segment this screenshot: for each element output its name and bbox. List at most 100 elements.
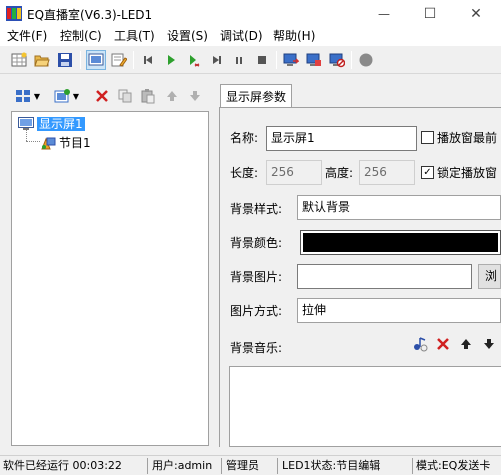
arrow-up-icon (167, 91, 177, 101)
screen-view-button[interactable] (86, 50, 106, 70)
music-list[interactable] (229, 366, 501, 447)
menu-control[interactable]: 控制(C) (60, 28, 102, 45)
app-logo-icon (6, 6, 22, 21)
menu-tools[interactable]: 工具(T) (114, 28, 155, 45)
play-icon (168, 55, 175, 65)
bg-image-label: 背景图片: (230, 270, 283, 284)
arrow-down-icon (190, 91, 200, 101)
mode-status: 模式:EQ发送卡 (416, 459, 491, 472)
delete-button[interactable] (93, 87, 111, 105)
add-screen-button[interactable] (14, 87, 32, 105)
add-screen-dropdown[interactable]: ▼ (33, 87, 41, 105)
delete-icon (96, 90, 108, 102)
runtime-status: 软件已经运行 00:03:22 (3, 459, 122, 472)
step-icon (190, 55, 200, 67)
first-icon (144, 56, 152, 64)
add-item-button[interactable] (53, 87, 71, 105)
maximize-button[interactable]: ☐ (407, 0, 453, 27)
send-icon (283, 53, 299, 66)
paste-button[interactable] (139, 87, 157, 105)
stop-icon (258, 56, 266, 64)
close-icon: ✕ (470, 5, 482, 22)
tree-item-program[interactable]: 节目1 (40, 134, 91, 151)
tab-screen-params[interactable]: 显示屏参数 (220, 84, 292, 108)
minimize-icon: — (378, 6, 390, 21)
lock-window-checkbox[interactable]: ✓ (421, 166, 434, 179)
add-item-dropdown[interactable]: ▼ (72, 87, 80, 105)
check-icon: ✓ (423, 166, 432, 178)
play-front-checkbox[interactable] (421, 131, 434, 144)
arrow-down-icon (484, 339, 494, 349)
play-button[interactable] (161, 50, 181, 70)
play-front-label: 播放窗最前 (437, 131, 498, 145)
new-button[interactable] (9, 50, 29, 70)
screen-view-icon (88, 53, 104, 66)
settings-button[interactable] (327, 50, 347, 70)
width-input[interactable]: 256 (266, 160, 322, 185)
music-add-icon (414, 337, 428, 352)
send-all-icon (306, 53, 321, 66)
tree-item-screen[interactable]: 显示屏1 (18, 117, 85, 131)
status-bar: 软件已经运行 00:03:22 用户:admin 管理员 LED1状态:节目编辑… (0, 455, 501, 475)
edit-view-icon (111, 53, 127, 67)
chevron-down-icon: ▼ (33, 91, 41, 101)
next-button[interactable] (207, 50, 227, 70)
open-button[interactable] (32, 50, 52, 70)
pause-button[interactable] (229, 50, 249, 70)
menu-bar: 文件(F) 控制(C) 工具(T) 设置(S) 调试(D) 帮助(H) (0, 27, 501, 46)
move-up-button[interactable] (163, 87, 181, 105)
menu-file[interactable]: 文件(F) (7, 28, 47, 45)
tree-item-screen-label: 显示屏1 (37, 117, 85, 131)
move-down-button[interactable] (186, 87, 204, 105)
save-button[interactable] (55, 50, 75, 70)
image-mode-select[interactable]: 拉伸 (297, 298, 501, 323)
delete-icon (437, 338, 449, 350)
arrow-up-icon (461, 339, 471, 349)
music-up-button[interactable] (456, 334, 476, 354)
role-status: 管理员 (226, 459, 259, 472)
grid-add-icon (16, 90, 30, 102)
music-down-button[interactable] (479, 334, 499, 354)
lock-window-label: 锁定播放窗 (437, 166, 498, 180)
new-icon (11, 52, 27, 67)
record-button[interactable] (356, 50, 376, 70)
close-button[interactable]: ✕ (453, 0, 499, 27)
program-icon (41, 137, 56, 149)
add-music-button[interactable] (410, 334, 430, 354)
bg-music-label: 背景音乐: (230, 341, 283, 355)
record-icon (359, 53, 373, 67)
menu-debug[interactable]: 调试(D) (220, 28, 263, 45)
settings-icon (329, 53, 345, 68)
browse-image-button[interactable]: 浏 (478, 264, 501, 289)
screen-icon (18, 117, 34, 130)
chevron-down-icon: ▼ (72, 91, 80, 101)
program-tree: 显示屏1 节目1 (11, 111, 209, 446)
delete-music-button[interactable] (433, 334, 453, 354)
name-input[interactable]: 显示屏1 (266, 126, 417, 151)
pause-icon (236, 57, 242, 64)
image-mode-label: 图片方式: (230, 304, 283, 318)
bg-color-label: 背景颜色: (230, 236, 283, 250)
bg-color-swatch[interactable] (300, 230, 501, 255)
minimize-button[interactable]: — (361, 0, 407, 27)
bg-style-select[interactable]: 默认背景 (297, 195, 501, 220)
copy-icon (118, 89, 132, 103)
edit-view-button[interactable] (109, 50, 129, 70)
width-label: 长度: (230, 166, 259, 180)
height-input[interactable]: 256 (359, 160, 415, 185)
save-icon (58, 53, 72, 67)
title-bar: EQ直播室(V6.3)-LED1 — ☐ ✕ (0, 0, 501, 27)
tree-item-program-label: 节目1 (59, 136, 91, 150)
height-label: 高度: (325, 166, 354, 180)
menu-settings[interactable]: 设置(S) (167, 28, 208, 45)
add-item-icon (54, 89, 70, 103)
stop-button[interactable] (252, 50, 272, 70)
step-button[interactable] (184, 50, 204, 70)
first-button[interactable] (138, 50, 158, 70)
led-status: LED1状态:节目编辑 (282, 459, 381, 472)
copy-button[interactable] (116, 87, 134, 105)
bg-image-input[interactable] (297, 264, 472, 289)
menu-help[interactable]: 帮助(H) (273, 28, 315, 45)
send-all-button[interactable] (304, 50, 324, 70)
send-button[interactable] (281, 50, 301, 70)
